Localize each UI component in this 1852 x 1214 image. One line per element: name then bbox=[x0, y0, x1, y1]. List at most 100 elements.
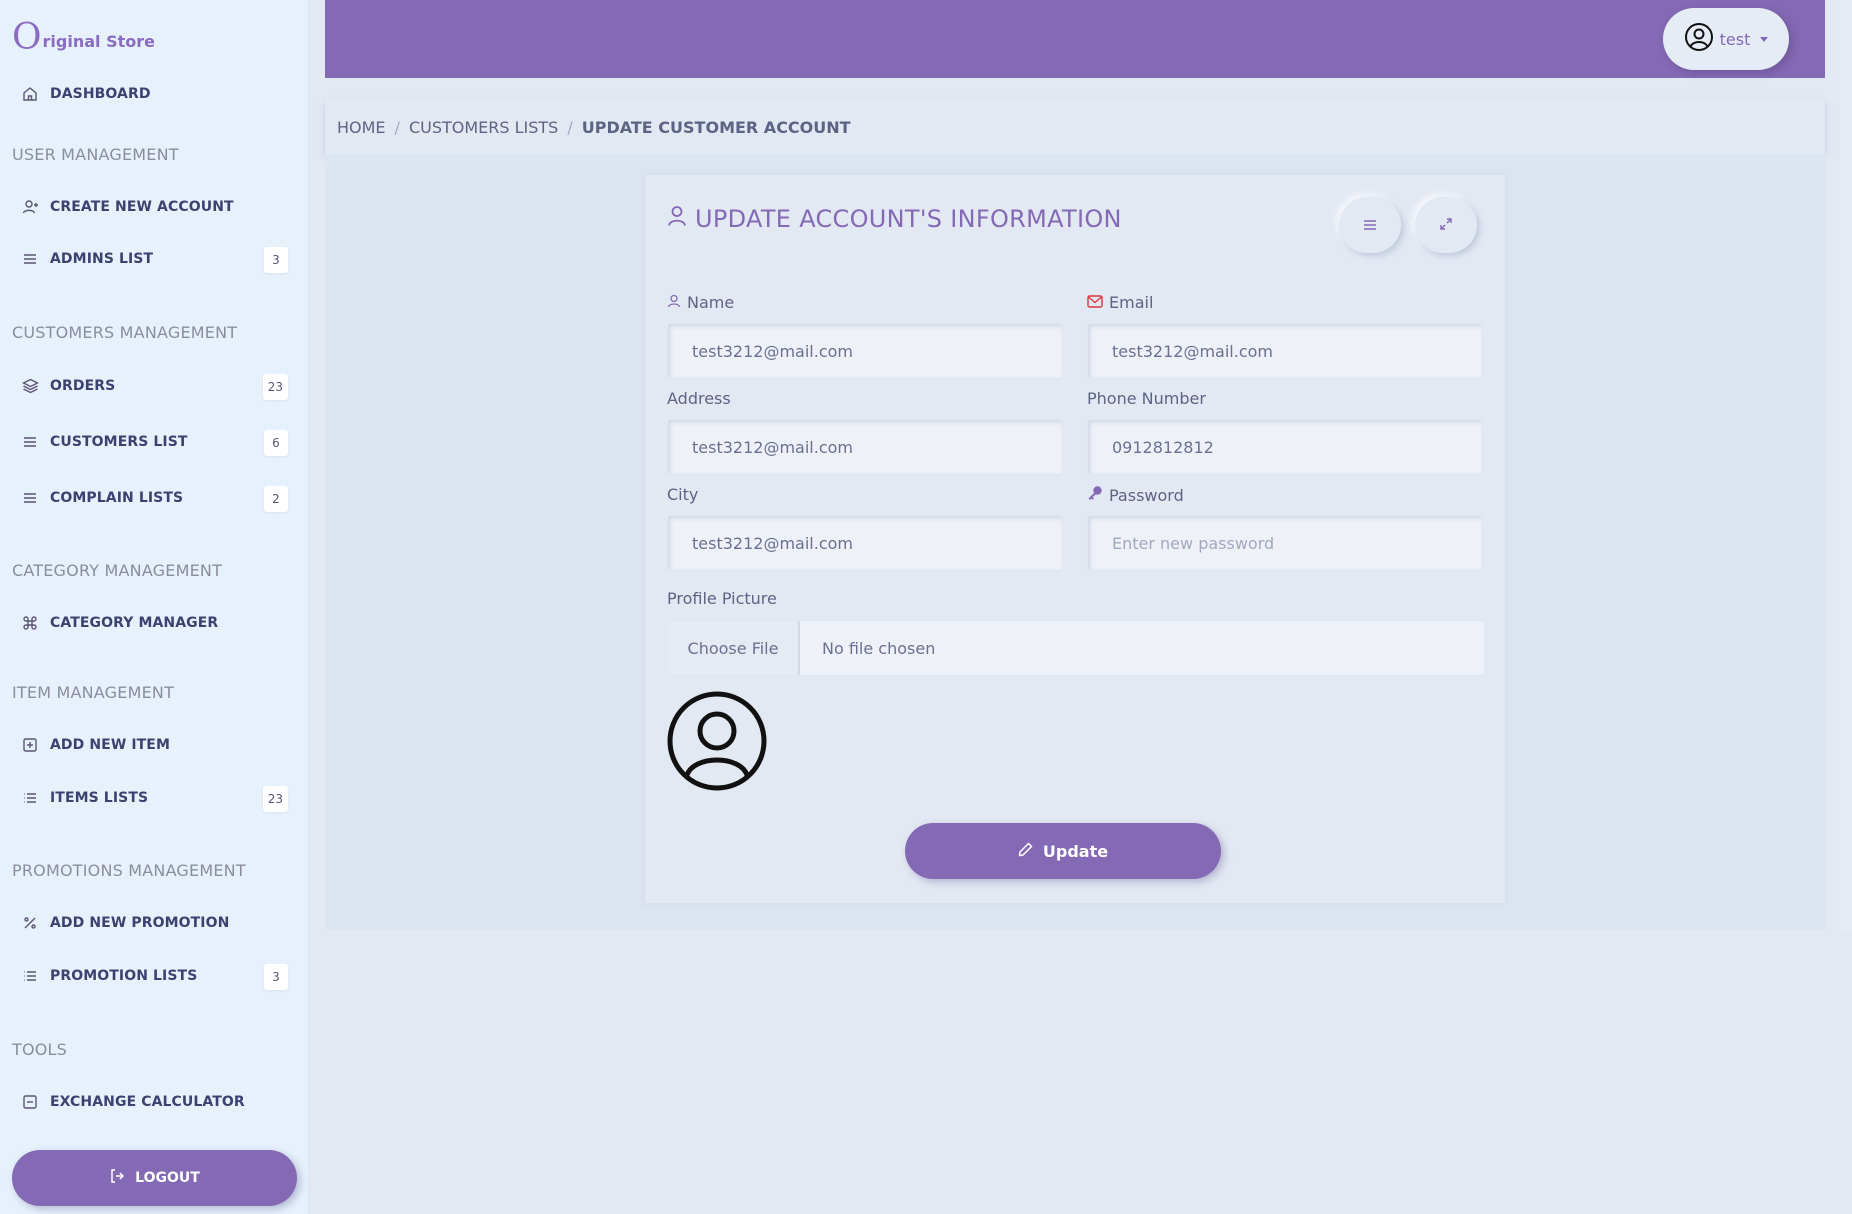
breadcrumb: HOME / CUSTOMERS LISTS / UPDATE CUSTOMER… bbox=[325, 100, 1825, 154]
city-field[interactable]: test3212@mail.com bbox=[667, 515, 1063, 571]
update-button[interactable]: Update bbox=[905, 823, 1221, 879]
list-icon bbox=[12, 435, 48, 449]
logo-letter: O bbox=[12, 17, 42, 58]
sidebar-item-label: ADMINS LIST bbox=[50, 251, 154, 267]
count-badge: 2 bbox=[264, 486, 288, 512]
profile-picture-input[interactable]: Choose File No file chosen bbox=[667, 620, 1485, 676]
username: test bbox=[1719, 29, 1751, 49]
sidebar-item-category-manager[interactable]: CATEGORY MANAGER bbox=[12, 605, 288, 641]
password-label-text: Password bbox=[1109, 485, 1184, 505]
list-icon bbox=[12, 252, 48, 266]
plus-square-icon bbox=[12, 737, 48, 753]
logout-button[interactable]: LOGOUT bbox=[12, 1150, 297, 1206]
list-bullets-icon bbox=[12, 969, 48, 983]
phone-field[interactable]: 0912812812 bbox=[1087, 419, 1483, 475]
section-title-item-management: ITEM MANAGEMENT bbox=[12, 683, 175, 702]
home-icon bbox=[12, 86, 48, 102]
top-bar: test bbox=[325, 0, 1825, 78]
choose-file-button[interactable]: Choose File bbox=[668, 621, 800, 675]
sidebar-item-add-promotion[interactable]: ADD NEW PROMOTION bbox=[12, 905, 288, 941]
sidebar-item-orders[interactable]: ORDERS 23 bbox=[12, 368, 288, 404]
pencil-icon bbox=[1018, 841, 1033, 861]
profile-picture-label: Profile Picture bbox=[667, 589, 777, 608]
logout-label: LOGOUT bbox=[135, 1170, 200, 1186]
sidebar-item-exchange-calculator[interactable]: EXCHANGE CALCULATOR bbox=[12, 1084, 288, 1120]
key-icon bbox=[1087, 485, 1103, 505]
sidebar-item-label: COMPLAIN LISTS bbox=[50, 490, 184, 506]
section-title-tools: TOOLS bbox=[12, 1040, 68, 1059]
user-plus-icon bbox=[12, 199, 48, 215]
breadcrumb-separator: / bbox=[567, 117, 573, 137]
email-label-text: Email bbox=[1109, 293, 1154, 312]
brand-logo[interactable]: O riginal Store bbox=[12, 20, 155, 56]
sidebar-item-label: ITEMS LISTS bbox=[50, 790, 149, 806]
sidebar-item-complain-lists[interactable]: COMPLAIN LISTS 2 bbox=[12, 480, 288, 516]
expand-icon bbox=[1439, 216, 1453, 235]
email-field[interactable]: test3212@mail.com bbox=[1087, 323, 1483, 379]
update-account-card: UPDATE ACCOUNT'S INFORMATION Name test32… bbox=[644, 174, 1506, 904]
breadcrumb-current: UPDATE CUSTOMER ACCOUNT bbox=[581, 117, 851, 137]
logout-icon bbox=[109, 1168, 125, 1188]
section-title-customers-management: CUSTOMERS MANAGEMENT bbox=[12, 323, 238, 342]
count-badge: 23 bbox=[262, 786, 288, 812]
sidebar-item-add-item[interactable]: ADD NEW ITEM bbox=[12, 727, 288, 763]
user-icon bbox=[667, 293, 681, 312]
layers-icon bbox=[12, 378, 48, 394]
count-badge: 3 bbox=[264, 964, 288, 990]
card-header: UPDATE ACCOUNT'S INFORMATION bbox=[667, 205, 1122, 233]
email-label: Email bbox=[1087, 293, 1153, 312]
city-label: City bbox=[667, 485, 699, 504]
section-title-user-management: USER MANAGEMENT bbox=[12, 145, 179, 164]
sidebar-item-label: PROMOTION LISTS bbox=[50, 968, 198, 984]
sidebar-item-customers-list[interactable]: CUSTOMERS LIST 6 bbox=[12, 424, 288, 460]
scrollbar[interactable] bbox=[1840, 0, 1852, 930]
sidebar-item-label: EXCHANGE CALCULATOR bbox=[50, 1094, 245, 1110]
count-badge: 23 bbox=[262, 374, 288, 400]
percent-icon bbox=[12, 915, 48, 931]
phone-label: Phone Number bbox=[1087, 389, 1206, 408]
fullscreen-button[interactable] bbox=[1415, 197, 1477, 253]
sidebar-item-items-lists[interactable]: ITEMS LISTS 23 bbox=[12, 780, 288, 816]
file-status: No file chosen bbox=[822, 638, 936, 658]
mail-icon bbox=[1087, 293, 1103, 312]
address-label: Address bbox=[667, 389, 731, 408]
breadcrumb-separator: / bbox=[394, 117, 400, 137]
user-menu-button[interactable]: test bbox=[1663, 8, 1789, 70]
sidebar: O riginal Store DASHBOARD USER MANAGEMEN… bbox=[0, 0, 309, 1214]
sidebar-item-label: CREATE NEW ACCOUNT bbox=[50, 199, 234, 215]
sidebar-item-promotion-lists[interactable]: PROMOTION LISTS 3 bbox=[12, 958, 288, 994]
name-label-text: Name bbox=[687, 293, 735, 312]
password-field[interactable]: Enter new password bbox=[1087, 515, 1483, 571]
sidebar-item-label: ADD NEW PROMOTION bbox=[50, 915, 230, 931]
sidebar-item-dashboard[interactable]: DASHBOARD bbox=[12, 76, 288, 112]
sidebar-item-label: ADD NEW ITEM bbox=[50, 737, 171, 753]
sidebar-item-label: CATEGORY MANAGER bbox=[50, 615, 219, 631]
minus-square-icon bbox=[12, 1094, 48, 1110]
chevron-down-icon bbox=[1760, 36, 1769, 42]
user-circle-icon bbox=[1684, 22, 1714, 56]
section-title-category-management: CATEGORY MANAGEMENT bbox=[12, 561, 223, 580]
menu-button[interactable] bbox=[1339, 197, 1401, 253]
profile-avatar-icon bbox=[667, 691, 767, 791]
sidebar-item-admins-list[interactable]: ADMINS LIST 3 bbox=[12, 241, 288, 277]
command-icon bbox=[12, 615, 48, 631]
name-label: Name bbox=[667, 293, 734, 312]
address-field[interactable]: test3212@mail.com bbox=[667, 419, 1063, 475]
password-label: Password bbox=[1087, 485, 1184, 505]
name-field[interactable]: test3212@mail.com bbox=[667, 323, 1063, 379]
list-bullets-icon bbox=[12, 791, 48, 805]
section-title-promotions-management: PROMOTIONS MANAGEMENT bbox=[12, 861, 246, 880]
sidebar-item-create-account[interactable]: CREATE NEW ACCOUNT bbox=[12, 189, 288, 225]
menu-icon bbox=[1363, 216, 1377, 235]
sidebar-item-label: DASHBOARD bbox=[50, 86, 151, 102]
breadcrumb-customers-lists[interactable]: CUSTOMERS LISTS bbox=[409, 118, 558, 137]
user-icon bbox=[667, 205, 687, 233]
card-title: UPDATE ACCOUNT'S INFORMATION bbox=[695, 205, 1122, 233]
list-icon bbox=[12, 491, 48, 505]
sidebar-item-label: CUSTOMERS LIST bbox=[50, 434, 188, 450]
breadcrumb-home[interactable]: HOME bbox=[337, 118, 386, 137]
sidebar-item-label: ORDERS bbox=[50, 378, 116, 394]
update-label: Update bbox=[1042, 841, 1109, 861]
count-badge: 3 bbox=[264, 247, 288, 273]
count-badge: 6 bbox=[264, 430, 288, 456]
